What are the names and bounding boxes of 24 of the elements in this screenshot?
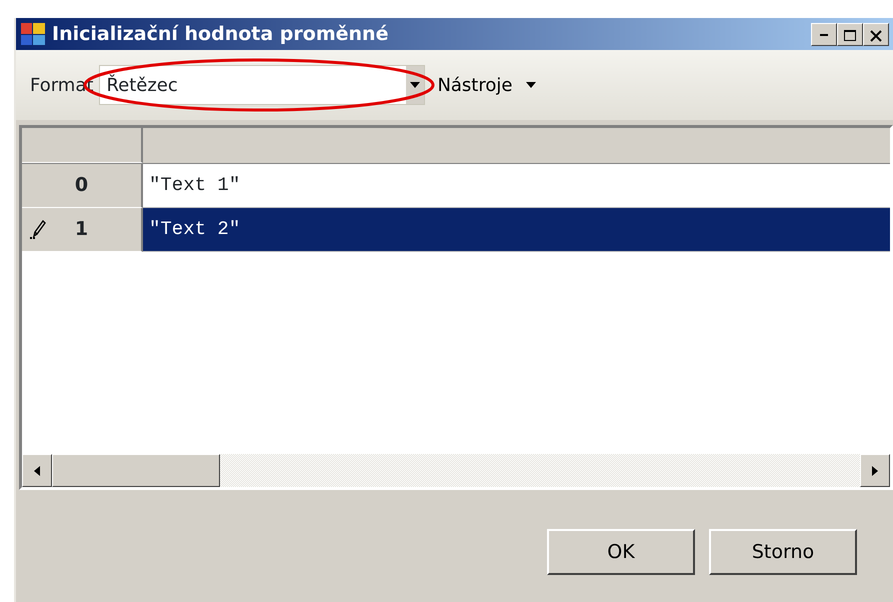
- row-header[interactable]: 0: [22, 164, 143, 208]
- row-number: 1: [74, 217, 88, 242]
- pencil-icon: [30, 220, 46, 240]
- cancel-button[interactable]: Storno: [709, 529, 857, 575]
- minimize-button[interactable]: [811, 22, 837, 46]
- maximize-button[interactable]: [837, 22, 863, 46]
- close-icon: [869, 29, 883, 44]
- app-icon: [20, 22, 46, 46]
- scroll-thumb[interactable]: [52, 454, 220, 487]
- row-number: 0: [74, 173, 88, 198]
- close-button[interactable]: [863, 22, 889, 46]
- scroll-right-icon[interactable]: [872, 466, 878, 476]
- caret-icon: [526, 82, 536, 88]
- format-dropdown[interactable]: Řetězec: [99, 65, 426, 105]
- caret-icon: [410, 82, 420, 88]
- table-cell[interactable]: "Text 2": [143, 208, 890, 252]
- window-title: Inicializační hodnota proměnné: [52, 22, 388, 47]
- minimize-icon: [820, 34, 828, 36]
- row-header[interactable]: 1: [22, 208, 143, 252]
- ok-button[interactable]: OK: [547, 529, 695, 575]
- horizontal-scrollbar[interactable]: [22, 454, 890, 487]
- scroll-left-icon[interactable]: [34, 466, 40, 476]
- tools-menu[interactable]: Nástroje: [433, 70, 540, 100]
- maximize-icon: [843, 29, 857, 44]
